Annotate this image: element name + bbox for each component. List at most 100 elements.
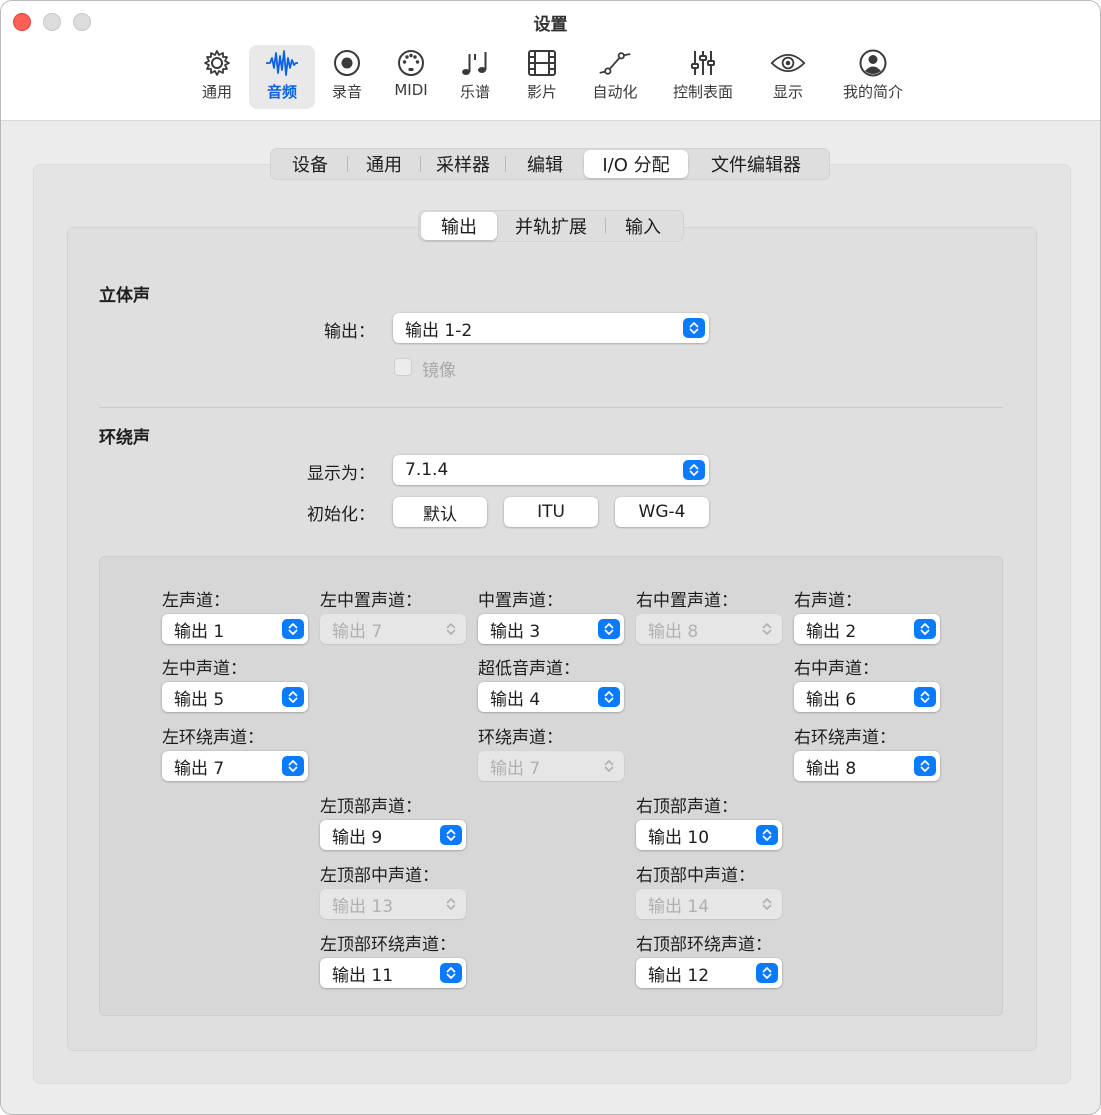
stereo-output-popup[interactable]: 输出 1-2	[393, 313, 709, 343]
right-channel-popup[interactable]: 输出 2	[794, 614, 940, 644]
right-center-channel-label: 右中置声道：	[636, 591, 738, 611]
center-channel-value: 输出 3	[490, 621, 541, 642]
right-center-channel-value: 输出 8	[648, 621, 699, 642]
toolbar-item-general[interactable]: 通用	[191, 45, 243, 109]
chevron-updown-icon	[914, 619, 936, 639]
right-top-channel-value: 输出 10	[648, 827, 710, 848]
left-surround-channel-popup[interactable]: 输出 7	[162, 751, 308, 781]
left-top-channel-value: 输出 9	[332, 827, 383, 848]
chevron-updown-icon	[440, 619, 462, 639]
tab-edit[interactable]: 编辑	[506, 150, 584, 178]
right-channel-label: 右声道：	[794, 591, 862, 611]
chevron-updown-icon	[440, 825, 462, 845]
right-surround-channel-popup[interactable]: 输出 8	[794, 751, 940, 781]
toolbar-item-control-surfaces[interactable]: 控制表面	[665, 45, 741, 109]
init-default-button[interactable]: 默认	[393, 497, 487, 527]
left-surround-channel-value: 输出 7	[174, 758, 225, 779]
lfe-channel-popup[interactable]: 输出 4	[478, 682, 624, 712]
toolbar-item-automation[interactable]: 自动化	[585, 45, 645, 109]
stereo-output-value: 输出 1-2	[405, 320, 473, 341]
toolbar-label-score: 乐谱	[459, 83, 490, 101]
right-middle-channel-popup[interactable]: 输出 6	[794, 682, 940, 712]
left-channel-label: 左声道：	[162, 591, 230, 611]
toolbar-item-midi[interactable]: MIDI	[387, 45, 435, 109]
right-middle-channel-value: 输出 6	[806, 689, 857, 710]
toolbar-label-movie: 影片	[526, 83, 557, 101]
sub-tabs: 输出 并轨扩展 输入	[418, 210, 684, 242]
toolbar-item-audio[interactable]: 音频	[249, 45, 315, 109]
chevron-updown-icon	[683, 460, 705, 480]
chevron-updown-icon	[914, 687, 936, 707]
tab-sampler[interactable]: 采样器	[421, 150, 505, 178]
chevron-updown-icon	[756, 825, 778, 845]
toolbar-item-movie[interactable]: 影片	[519, 45, 565, 109]
right-top-middle-channel-label: 右顶部中声道：	[636, 866, 755, 886]
toolbar-label-audio: 音频	[266, 83, 297, 101]
chevron-updown-icon	[914, 756, 936, 776]
left-channel-popup[interactable]: 输出 1	[162, 614, 308, 644]
surround-channel-popup: 输出 7	[478, 751, 624, 781]
right-top-channel-label: 右顶部声道：	[636, 797, 738, 817]
right-top-middle-channel-popup: 输出 14	[636, 889, 782, 919]
right-top-middle-channel-value: 输出 14	[648, 896, 710, 917]
toolbar-item-my-info[interactable]: 我的简介	[837, 45, 909, 109]
chevron-updown-icon	[756, 963, 778, 983]
center-channel-label: 中置声道：	[478, 591, 563, 611]
toolbar: 设置 通用 音频 录音 MIDI 乐谱 影片 自动化 控制表面 显示 我的简介	[1, 1, 1100, 121]
right-surround-channel-label: 右环绕声道：	[794, 728, 896, 748]
chevron-updown-icon	[683, 318, 705, 338]
subtab-output[interactable]: 输出	[421, 212, 497, 240]
toolbar-item-score[interactable]: 乐谱	[453, 45, 497, 109]
center-channel-popup[interactable]: 输出 3	[478, 614, 624, 644]
left-surround-channel-label: 左环绕声道：	[162, 728, 264, 748]
surround-section-title: 环绕声	[99, 428, 150, 448]
subtab-bounce-extensions[interactable]: 并轨扩展	[497, 212, 605, 240]
stereo-section-title: 立体声	[99, 286, 150, 306]
chevron-updown-icon	[282, 756, 304, 776]
toolbar-label-control-surfaces: 控制表面	[672, 83, 733, 101]
right-top-surround-channel-popup[interactable]: 输出 12	[636, 958, 782, 988]
chevron-updown-icon	[598, 619, 620, 639]
left-top-surround-channel-value: 输出 11	[332, 965, 394, 986]
tab-io-assignments[interactable]: I/O 分配	[584, 150, 688, 178]
midi-icon	[393, 47, 429, 79]
chevron-updown-icon	[598, 687, 620, 707]
subtab-input[interactable]: 输入	[606, 212, 680, 240]
init-itu-button[interactable]: ITU	[504, 497, 598, 527]
left-middle-channel-value: 输出 5	[174, 689, 225, 710]
toolbar-label-automation: 自动化	[592, 83, 638, 101]
waveform-icon	[264, 47, 300, 79]
toolbar-label-display: 显示	[772, 83, 803, 101]
right-middle-channel-label: 右中声道：	[794, 659, 879, 679]
music-notes-icon	[457, 47, 493, 79]
tab-devices[interactable]: 设备	[273, 150, 347, 178]
mirror-label: 镜像	[422, 361, 456, 381]
chevron-updown-icon	[440, 963, 462, 983]
mirror-checkbox[interactable]	[394, 358, 412, 376]
toolbar-label-record: 录音	[331, 83, 362, 101]
left-center-channel-value: 输出 7	[332, 621, 383, 642]
left-middle-channel-popup[interactable]: 输出 5	[162, 682, 308, 712]
display-as-popup[interactable]: 7.1.4	[393, 455, 709, 485]
chevron-updown-icon	[598, 756, 620, 776]
sliders-icon	[685, 47, 721, 79]
person-icon	[855, 47, 891, 79]
tab-general[interactable]: 通用	[348, 150, 420, 178]
right-top-surround-channel-value: 输出 12	[648, 965, 710, 986]
right-surround-channel-value: 输出 8	[806, 758, 857, 779]
left-top-channel-popup[interactable]: 输出 9	[320, 820, 466, 850]
chevron-updown-icon	[282, 619, 304, 639]
chevron-updown-icon	[440, 894, 462, 914]
left-top-surround-channel-popup[interactable]: 输出 11	[320, 958, 466, 988]
left-top-middle-channel-value: 输出 13	[332, 896, 394, 917]
init-wg4-button[interactable]: WG-4	[615, 497, 709, 527]
toolbar-item-display[interactable]: 显示	[765, 45, 811, 109]
left-channel-value: 输出 1	[174, 621, 225, 642]
surround-channel-value: 输出 7	[490, 758, 541, 779]
display-as-value: 7.1.4	[405, 460, 449, 480]
toolbar-label-midi: MIDI	[394, 81, 428, 99]
tab-file-editor[interactable]: 文件编辑器	[688, 150, 824, 178]
right-top-channel-popup[interactable]: 输出 10	[636, 820, 782, 850]
toolbar-item-record[interactable]: 录音	[323, 45, 371, 109]
gear-icon	[199, 47, 235, 79]
